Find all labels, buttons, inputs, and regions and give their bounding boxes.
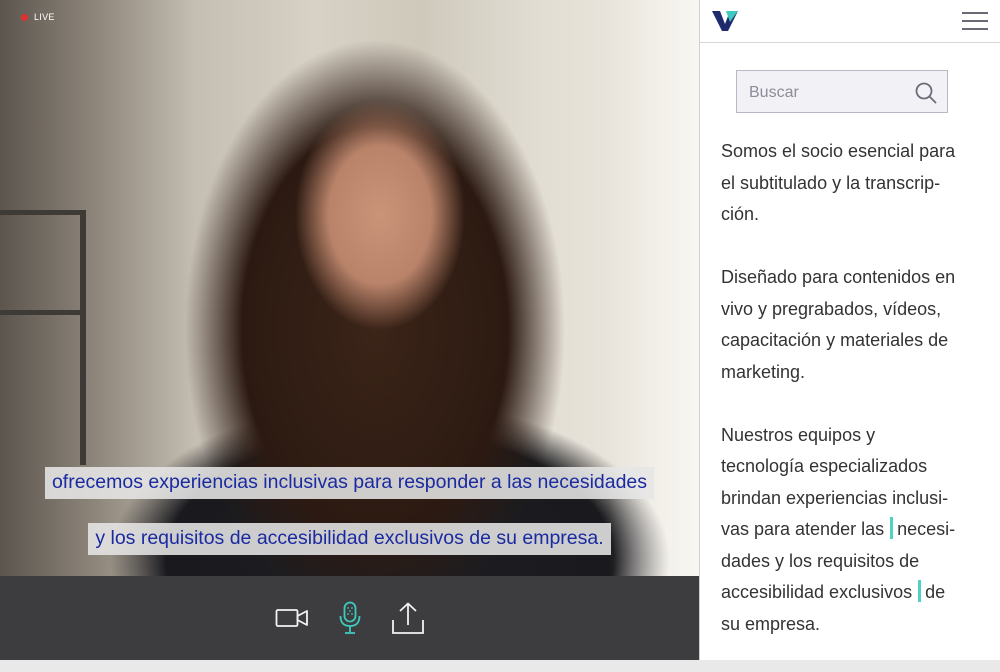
microphone-button[interactable] <box>332 598 368 638</box>
transcript-line: vas para atender las necesi- <box>721 514 991 546</box>
transcript-line: capacitación y materiales de <box>721 330 949 350</box>
caption-sync-marker <box>890 517 894 539</box>
caption-text-1: ofrecemos experiencias inclusivas para r… <box>44 467 655 499</box>
transcript-line: vivo y pregrabados, vídeos, <box>721 298 942 319</box>
transcript-segment: accesibilidad exclusivos <box>721 582 913 602</box>
live-dot-icon <box>21 13 28 21</box>
transcript-segment: necesi- <box>897 519 956 539</box>
microphone-icon <box>339 601 360 634</box>
transcript-line: ción. <box>721 204 760 224</box>
camera-button[interactable] <box>274 598 310 638</box>
video-feed: LIVE ofrecemos experiencias inclusivas p… <box>0 0 699 576</box>
upload-share-icon <box>391 602 424 634</box>
video-camera-icon <box>275 609 308 627</box>
transcript-line: Somos el socio esencial para <box>721 141 956 161</box>
transcript-line: brindan experiencias inclusi- <box>721 487 949 508</box>
transcript-segment: de <box>925 582 946 602</box>
transcript-line: Diseñado para contenidos en <box>721 267 956 287</box>
transcript-text: Somos el socio esencial para el subtitul… <box>721 136 991 672</box>
hamburger-menu-icon[interactable] <box>961 10 989 32</box>
sidebar-panel: Somos el socio esencial para el subtitul… <box>699 0 1000 660</box>
transcript-paragraph-1: Somos el socio esencial para el subtitul… <box>721 136 991 231</box>
sidebar-header <box>700 0 1000 43</box>
brand-logo-icon[interactable] <box>711 10 739 32</box>
transcript-line: tecnología especializados <box>721 456 928 476</box>
transcript-line: accesibilidad exclusivos de <box>721 577 991 609</box>
caption-line-2: y los requisitos de accesibilidad exclus… <box>0 523 699 555</box>
transcript-line: su empresa. <box>721 613 821 634</box>
background-shelf <box>0 210 86 465</box>
transcript-line: dades y los requisitos de <box>721 550 920 571</box>
caption-text-2: y los requisitos de accesibilidad exclus… <box>88 523 611 555</box>
share-button[interactable] <box>390 598 426 638</box>
search-input[interactable] <box>747 80 911 106</box>
transcript-line: el subtitulado y la transcrip- <box>721 172 941 193</box>
live-label: LIVE <box>34 12 55 22</box>
search-box <box>736 70 948 113</box>
caption-sync-marker <box>918 580 922 602</box>
transcript-paragraph-3: Nuestros equipos y tecnología especializ… <box>721 420 991 641</box>
transcript-line: Nuestros equipos y <box>721 424 876 445</box>
search-icon[interactable] <box>915 82 937 104</box>
transcript-paragraph-2: Diseñado para contenidos en vivo y pregr… <box>721 262 991 388</box>
video-toolbar <box>0 576 699 660</box>
transcript-segment: vas para atender las <box>721 519 885 539</box>
caption-line-1: ofrecemos experiencias inclusivas para r… <box>0 467 699 499</box>
transcript-line: marketing. <box>721 361 806 382</box>
live-indicator: LIVE <box>21 12 55 22</box>
